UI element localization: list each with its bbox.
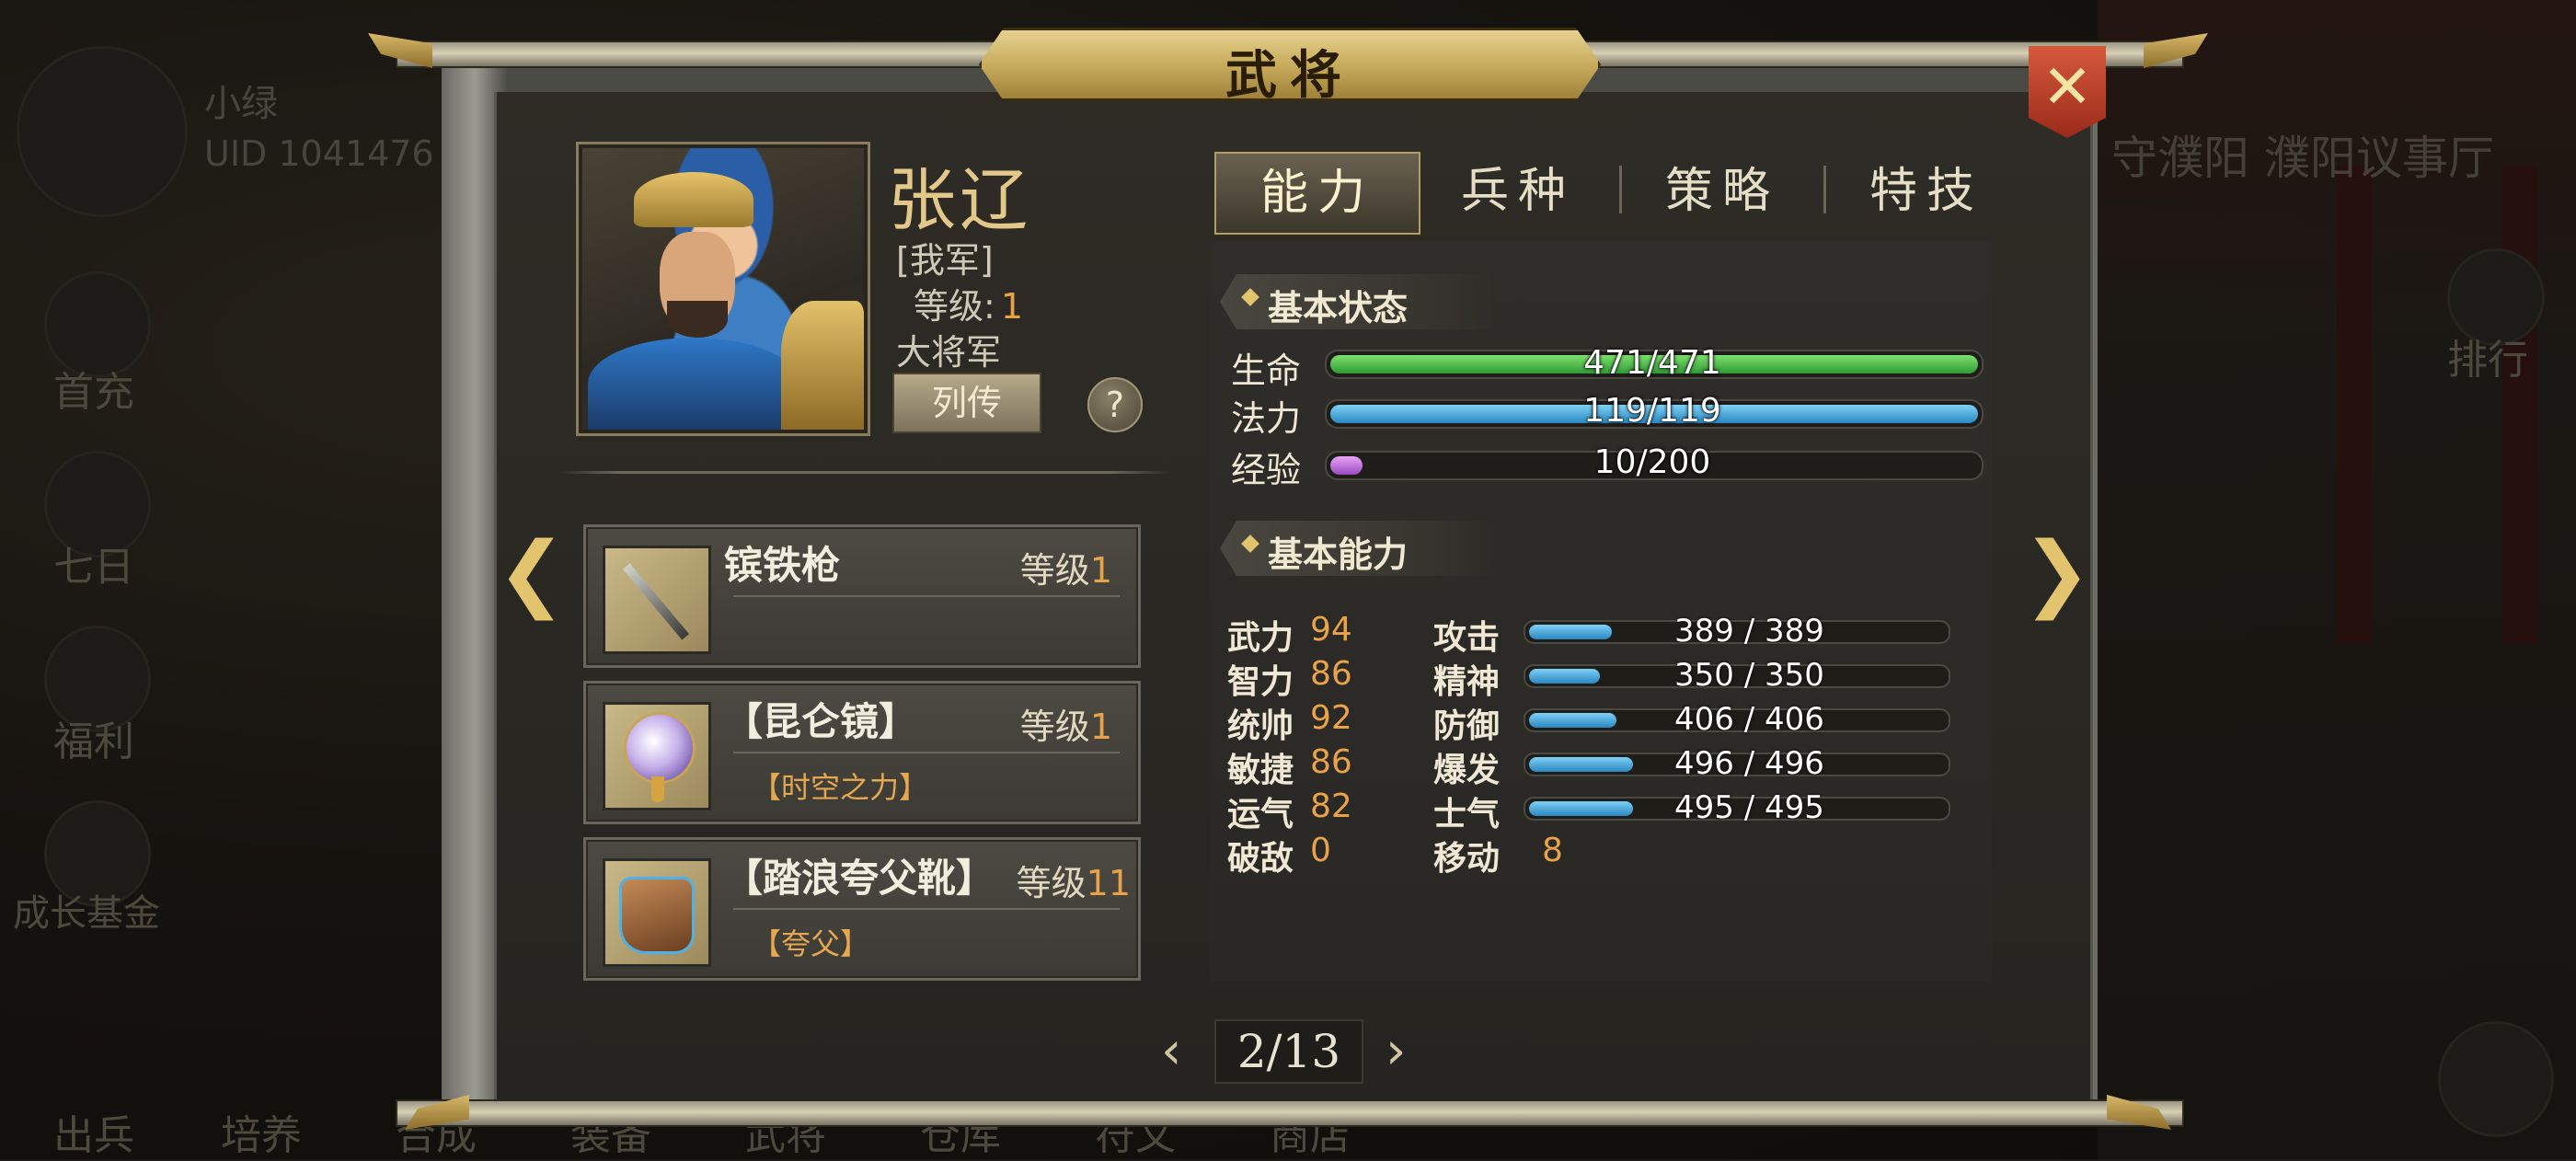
stat-bar-fill <box>1529 713 1616 728</box>
portrait-robe <box>588 338 799 430</box>
attr-name-command: 统帅 <box>1227 707 1294 745</box>
panel-title-plate: 武将 <box>979 28 1601 101</box>
stat-value-move: 8 <box>1542 832 1563 869</box>
stat-value-burst: 496 / 496 <box>1674 745 1824 782</box>
attr-value-agility: 86 <box>1310 743 1352 781</box>
attr-name-force: 武力 <box>1227 619 1294 657</box>
boots-icon <box>603 858 711 967</box>
equipment-level-value: 1 <box>1089 550 1112 591</box>
chevron-left-icon[interactable]: ‹ <box>1161 1021 1181 1081</box>
attr-value-command: 92 <box>1310 699 1352 737</box>
basic-status-header: 基本状态 <box>1220 274 1496 329</box>
stat-bar-fill <box>1529 801 1633 816</box>
attr-value-luck: 82 <box>1310 787 1352 825</box>
mirror-icon <box>603 702 711 810</box>
portrait-beard <box>667 301 728 338</box>
close-x-icon: ✕ <box>2041 52 2093 122</box>
equipment-slot-weapon[interactable]: 镔铁枪 等级1 <box>583 524 1141 668</box>
tab-ability[interactable]: 能力 <box>1214 152 1420 235</box>
equipment-effect: 【时空之力】 <box>752 770 929 805</box>
section-divider <box>559 471 1170 474</box>
exp-label: 经验 <box>1231 450 1302 490</box>
tab-special-skill[interactable]: 特技 <box>1825 152 2028 231</box>
hp-value: 471/471 <box>1583 344 1721 382</box>
hero-rank: 大将军 <box>896 332 1002 373</box>
basic-ability-header: 基本能力 <box>1220 521 1496 576</box>
equipment-slot-boots[interactable]: 【踏浪夸父靴】 等级11 【夸父】 <box>583 837 1141 981</box>
equipment-level: 等级1 <box>1020 698 1112 749</box>
stat-value-defense: 406 / 406 <box>1674 701 1824 738</box>
tab-strategy[interactable]: 策略 <box>1621 152 1823 231</box>
attr-value-break-enemy: 0 <box>1310 832 1331 869</box>
stat-bar-fill <box>1529 757 1633 772</box>
hero-level: 等级: 1 <box>914 278 1023 328</box>
attr-value-force: 94 <box>1310 611 1352 649</box>
equipment-level-value: 1 <box>1089 707 1112 747</box>
next-general-arrow-icon[interactable]: ❯ <box>2022 524 2091 621</box>
mp-label: 法力 <box>1231 398 1302 439</box>
equipment-level-label: 等级 <box>1019 707 1090 747</box>
portrait-armor <box>781 301 864 430</box>
chevron-right-icon[interactable]: › <box>1386 1021 1406 1081</box>
basic-ability-title: 基本能力 <box>1268 535 1409 575</box>
help-button[interactable]: ? <box>1087 377 1143 432</box>
spear-icon <box>603 546 711 654</box>
spear-shaft <box>623 563 689 640</box>
tab-troop-type[interactable]: 兵种 <box>1417 152 1619 231</box>
mirror-glass <box>624 712 696 784</box>
attr-name-agility: 敏捷 <box>1227 752 1294 789</box>
equipment-divider <box>733 908 1120 910</box>
stat-value-morale: 495 / 495 <box>1674 789 1824 826</box>
stat-bar-fill <box>1529 625 1613 639</box>
equipment-effect: 【夸父】 <box>752 926 870 961</box>
prev-general-arrow-icon[interactable]: ❮ <box>497 524 566 621</box>
stat-name-move: 移动 <box>1433 840 1501 878</box>
equipment-name: 【踏浪夸父靴】 <box>724 856 995 901</box>
hero-level-value: 1 <box>1000 286 1023 327</box>
equipment-slot-treasure[interactable]: 【昆仑镜】 等级1 【时空之力】 <box>583 681 1141 824</box>
mirror-handle <box>651 776 664 802</box>
diamond-bullet-icon <box>1241 535 1259 553</box>
stat-name-burst: 爆发 <box>1433 752 1501 789</box>
attr-name-luck: 运气 <box>1227 796 1294 833</box>
stat-value-attack: 389 / 389 <box>1674 613 1824 649</box>
exp-value: 10/200 <box>1593 443 1711 481</box>
stat-name-attack: 攻击 <box>1433 619 1501 657</box>
panel-title: 武将 <box>1225 45 1354 106</box>
hero-level-label: 等级: <box>914 286 995 327</box>
stat-name-spirit: 精神 <box>1433 663 1501 701</box>
diamond-bullet-icon <box>1241 288 1259 306</box>
attr-name-intelligence: 智力 <box>1227 663 1294 701</box>
equipment-level-label: 等级 <box>1016 863 1087 903</box>
portrait-helmet <box>634 172 753 227</box>
equipment-level-label: 等级 <box>1019 550 1090 591</box>
mp-value: 119/119 <box>1583 392 1721 430</box>
equipment-name: 【昆仑镜】 <box>724 699 918 744</box>
attr-name-break-enemy: 破敌 <box>1227 840 1294 878</box>
stat-value-spirit: 350 / 350 <box>1674 657 1824 694</box>
stat-bar-fill <box>1529 669 1600 684</box>
equipment-level: 等级1 <box>1020 542 1112 592</box>
hero-name: 张辽 <box>888 161 1031 240</box>
equipment-divider <box>733 752 1120 753</box>
basic-status-title: 基本状态 <box>1268 288 1409 328</box>
hero-portrait <box>576 142 870 436</box>
stat-name-defense: 防御 <box>1433 707 1501 745</box>
equipment-name: 镔铁枪 <box>724 543 841 588</box>
equipment-level-value: 11 <box>1086 863 1131 903</box>
bottom-rail <box>396 1099 2184 1127</box>
stat-name-morale: 士气 <box>1433 796 1501 833</box>
boot-shape <box>622 879 692 951</box>
attr-value-intelligence: 86 <box>1310 655 1352 693</box>
hero-faction: [我军] <box>896 240 994 281</box>
biography-button[interactable]: 列传 <box>892 373 1041 433</box>
page-indicator: 2/13 <box>1214 1019 1363 1084</box>
equipment-divider <box>733 595 1120 597</box>
equipment-level: 等级11 <box>1017 855 1131 905</box>
hp-label: 生命 <box>1231 351 1302 391</box>
